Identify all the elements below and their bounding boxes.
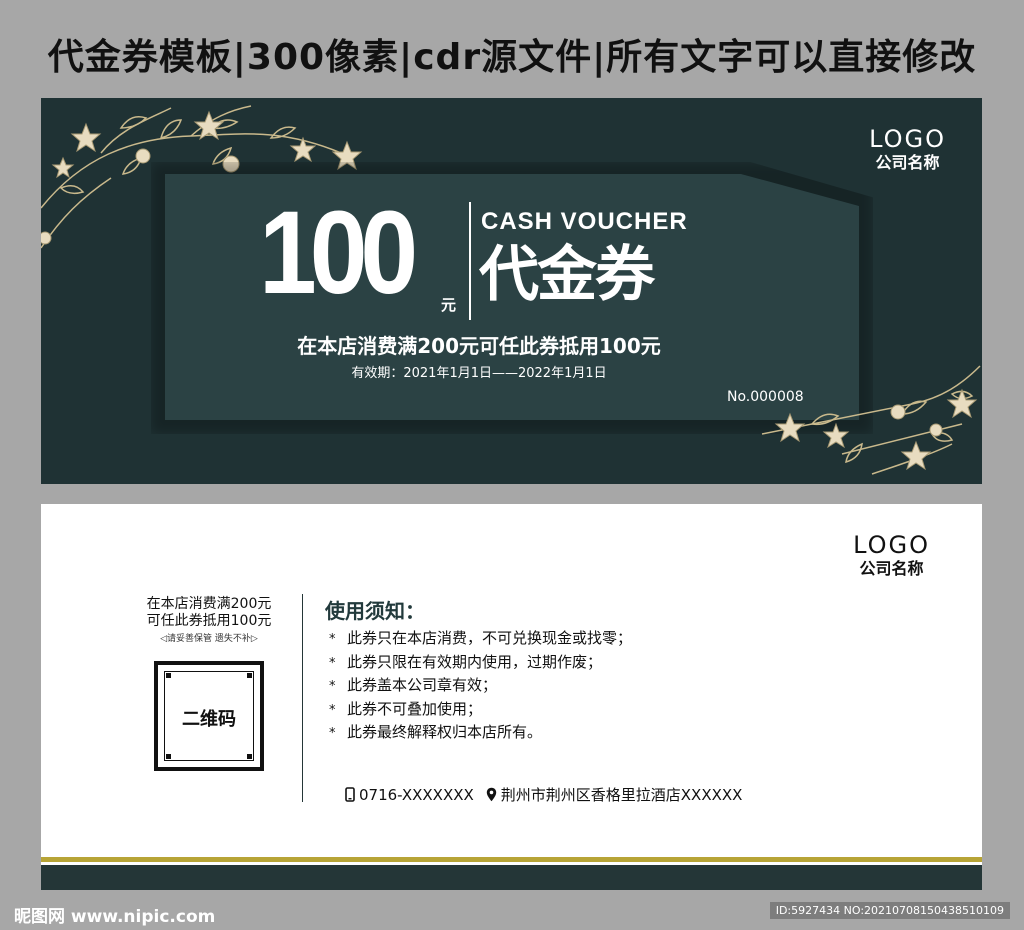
voucher-description: 在本店消费满200元可任此券抵用100元 <box>297 334 661 358</box>
title-divider <box>469 202 471 320</box>
usage-summary: 在本店消费满200元 可任此券抵用100元 ◁请妥善保管 遗失不补▷ <box>137 596 281 647</box>
phone-info: 0716-XXXXXXX <box>345 786 474 804</box>
floral-decoration-bottom-right <box>761 365 981 475</box>
address-text: 荆州市荆州区香格里拉酒店XXXXXX <box>500 786 743 804</box>
english-title: CASH VOUCHER <box>481 208 688 235</box>
list-item: * 此券不可叠加使用； <box>329 699 483 718</box>
company-name: 公司名称 <box>859 559 924 578</box>
front-logo: LOGO 公司名称 <box>869 126 946 174</box>
keep-safe-tip: ◁请妥善保管 遗失不补▷ <box>160 634 258 644</box>
company-name: 公司名称 <box>875 153 940 172</box>
qr-code-placeholder: 二维码 <box>154 661 264 771</box>
voucher-amount: 100 <box>259 187 418 319</box>
summary-line-1: 在本店消费满200元 <box>146 596 272 612</box>
phone-icon <box>345 787 355 802</box>
page-title: 代金券模板|300像素|cdr源文件|所有文字可以直接修改 <box>47 37 977 78</box>
logo-text: LOGO <box>869 125 946 153</box>
chinese-title: 代金券 <box>479 240 655 310</box>
image-id-watermark: ID:5927434 NO:20210708150438510109 <box>769 902 1010 919</box>
list-item: * 此券最终解释权归本店所有。 <box>329 723 543 741</box>
list-item: * 此券只限在有效期内使用，过期作废； <box>329 652 603 671</box>
location-pin-icon <box>486 787 496 802</box>
section-divider <box>302 594 303 802</box>
amount-unit: 元 <box>441 296 457 314</box>
contact-info: 0716-XXXXXXX 荆州市荆州区香格里拉酒店XXXXXX <box>345 784 754 805</box>
voucher-front: LOGO 公司名称 100 元 CASH VOUCHER 代金券 在本店消费满2… <box>41 98 982 484</box>
site-watermark: 昵图网 www.nipic.com <box>14 907 216 927</box>
phone-number: 0716-XXXXXXX <box>359 785 474 804</box>
voucher-back: LOGO 公司名称 在本店消费满200元 可任此券抵用100元 ◁请妥善保管 遗… <box>41 504 982 890</box>
qr-code-label: 二维码 <box>182 709 236 730</box>
dark-stripe <box>41 865 982 890</box>
list-item: * 此券盖本公司章有效； <box>329 676 498 694</box>
address-info: 荆州市荆州区香格里拉酒店XXXXXX <box>486 784 743 805</box>
summary-line-2: 可任此券抵用100元 <box>146 613 272 629</box>
list-item: * 此券只在本店消费，不可兑换现金或找零； <box>329 629 633 647</box>
back-logo: LOGO 公司名称 <box>853 532 930 580</box>
notice-title: 使用须知： <box>325 599 425 623</box>
gold-stripe <box>41 857 982 862</box>
logo-text: LOGO <box>853 531 930 559</box>
notice-list: * 此券只在本店消费，不可兑换现金或找零； * 此券只限在有效期内使用，过期作废； … <box>329 627 632 745</box>
